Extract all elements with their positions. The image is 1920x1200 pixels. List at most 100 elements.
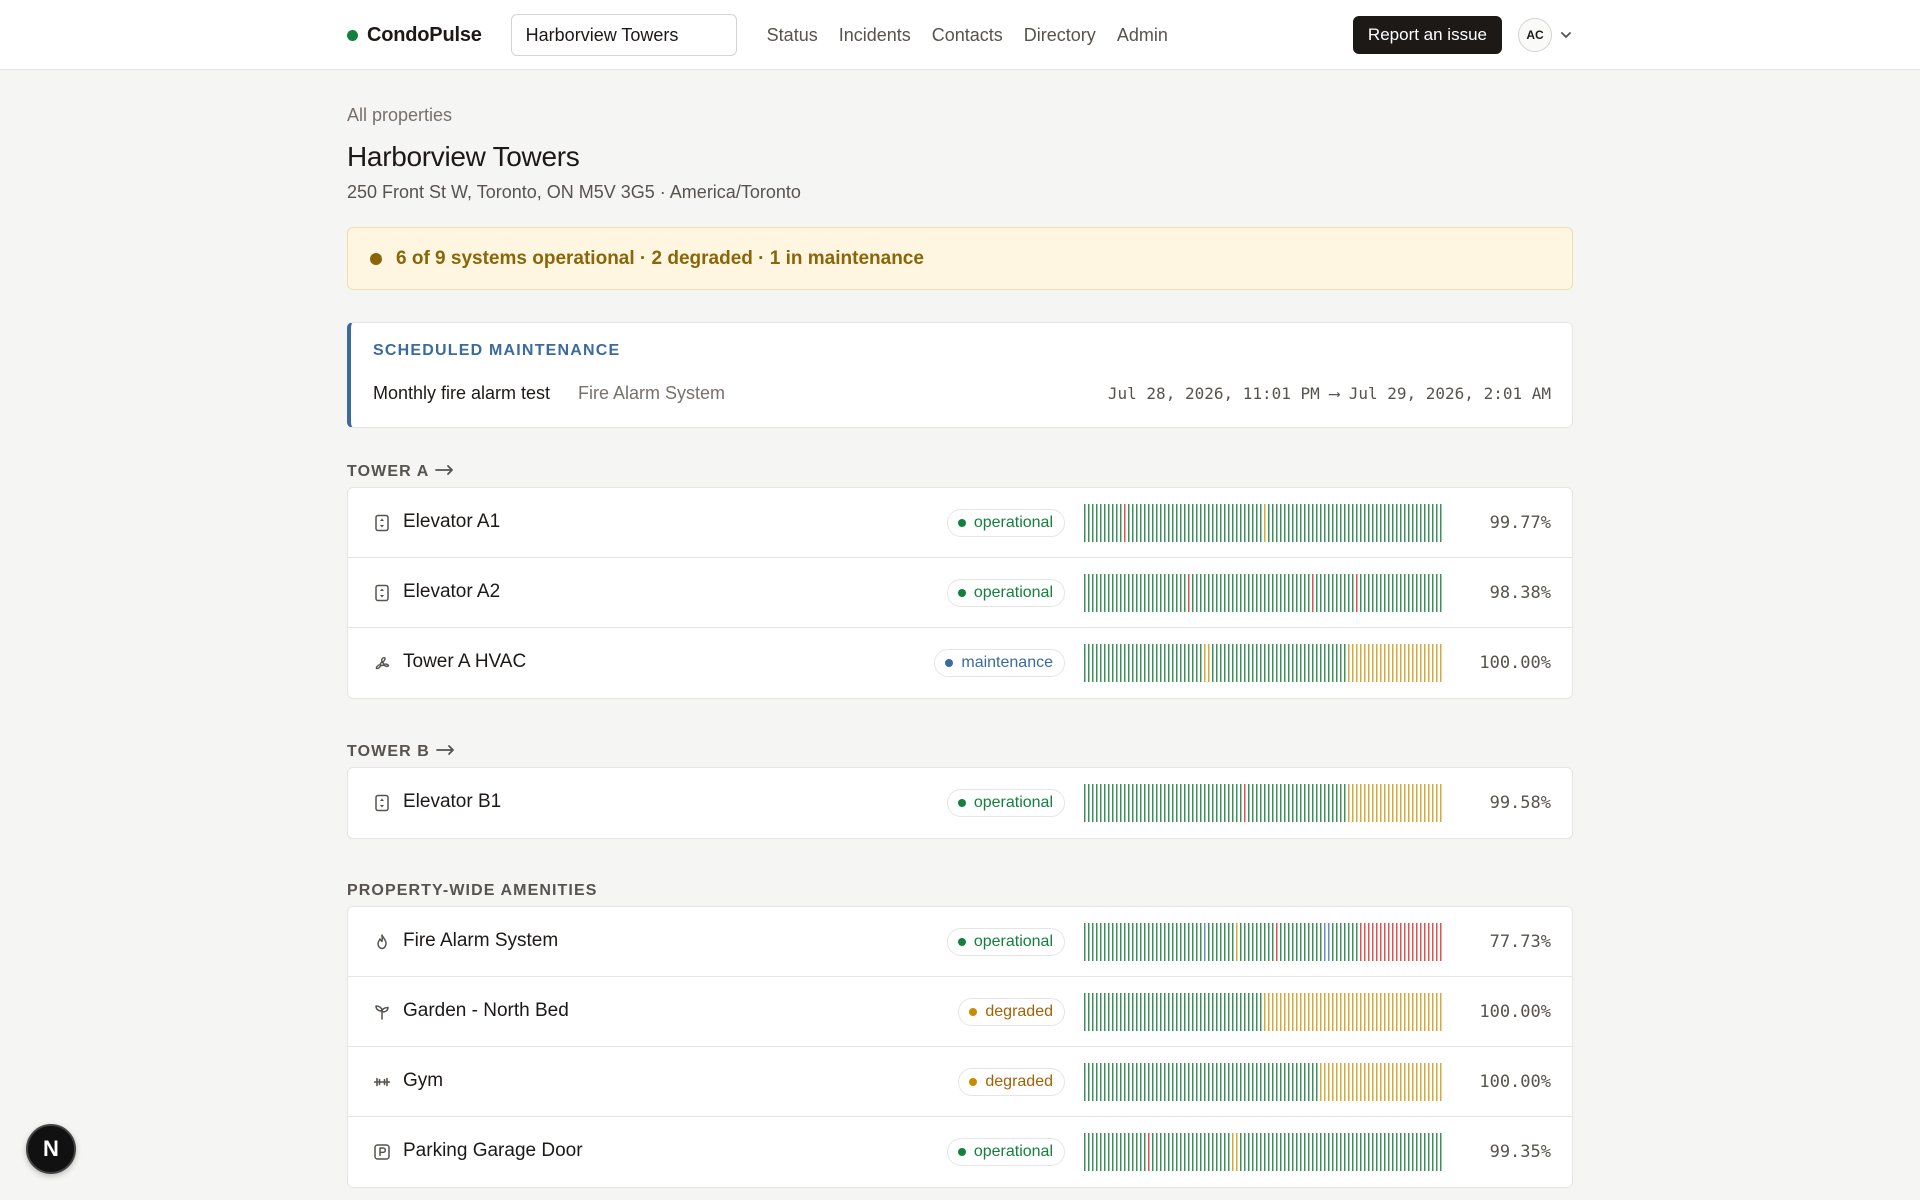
uptime-bar-up[interactable] [1196, 993, 1198, 1031]
uptime-bar-up[interactable] [1316, 504, 1318, 542]
uptime-bar-degraded[interactable] [1416, 784, 1418, 822]
uptime-bar-up[interactable] [1192, 1063, 1194, 1101]
uptime-bar-up[interactable] [1304, 644, 1306, 682]
uptime-bar-degraded[interactable] [1408, 1063, 1410, 1101]
uptime-bar-up[interactable] [1360, 504, 1362, 542]
uptime-bar-up[interactable] [1300, 784, 1302, 822]
uptime-bar-degraded[interactable] [1280, 993, 1282, 1031]
uptime-bar-up[interactable] [1300, 644, 1302, 682]
uptime-bar-up[interactable] [1432, 504, 1434, 542]
uptime-bar-degraded[interactable] [1276, 993, 1278, 1031]
uptime-bar-degraded[interactable] [1360, 1063, 1362, 1101]
uptime-bar-degraded[interactable] [1360, 993, 1362, 1031]
uptime-bar-up[interactable] [1168, 784, 1170, 822]
uptime-bar-up[interactable] [1376, 504, 1378, 542]
uptime-bar-up[interactable] [1104, 784, 1106, 822]
uptime-bar-up[interactable] [1116, 1063, 1118, 1101]
uptime-bar-up[interactable] [1240, 504, 1242, 542]
uptime-bar-up[interactable] [1148, 784, 1150, 822]
uptime-bar-up[interactable] [1388, 574, 1390, 612]
uptime-bar-up[interactable] [1400, 574, 1402, 612]
uptime-bar-up[interactable] [1280, 504, 1282, 542]
uptime-bar-down[interactable] [1244, 784, 1246, 822]
uptime-bar-up[interactable] [1196, 1063, 1198, 1101]
uptime-bar-degraded[interactable] [1372, 644, 1374, 682]
uptime-bar-up[interactable] [1088, 574, 1090, 612]
uptime-bar-down[interactable] [1360, 923, 1362, 961]
uptime-bar-up[interactable] [1220, 644, 1222, 682]
uptime-bar-up[interactable] [1104, 644, 1106, 682]
uptime-bar-up[interactable] [1284, 1133, 1286, 1171]
uptime-bar-degraded[interactable] [1424, 993, 1426, 1031]
uptime-bar-up[interactable] [1184, 644, 1186, 682]
uptime-bar-up[interactable] [1324, 504, 1326, 542]
uptime-bar-up[interactable] [1292, 1133, 1294, 1171]
uptime-bar-up[interactable] [1192, 574, 1194, 612]
uptime-bar-up[interactable] [1148, 504, 1150, 542]
uptime-bar-up[interactable] [1392, 504, 1394, 542]
uptime-bar-up[interactable] [1316, 1133, 1318, 1171]
uptime-bar-up[interactable] [1092, 1133, 1094, 1171]
uptime-bar-up[interactable] [1200, 574, 1202, 612]
uptime-bar-up[interactable] [1296, 644, 1298, 682]
uptime-bar-up[interactable] [1308, 644, 1310, 682]
uptime-bar-up[interactable] [1164, 1133, 1166, 1171]
uptime-bar-up[interactable] [1136, 993, 1138, 1031]
uptime-bar-up[interactable] [1368, 1133, 1370, 1171]
nav-link-directory[interactable]: Directory [1024, 25, 1096, 46]
uptime-bar-up[interactable] [1136, 1133, 1138, 1171]
uptime-bar-up[interactable] [1364, 504, 1366, 542]
uptime-bar-up[interactable] [1336, 784, 1338, 822]
uptime-bar-degraded[interactable] [1292, 993, 1294, 1031]
uptime-bar-up[interactable] [1088, 1063, 1090, 1101]
uptime-bar-up[interactable] [1304, 574, 1306, 612]
uptime-bar-degraded[interactable] [1400, 784, 1402, 822]
uptime-bar-up[interactable] [1168, 574, 1170, 612]
uptime-bar-up[interactable] [1144, 504, 1146, 542]
uptime-bar-degraded[interactable] [1332, 1063, 1334, 1101]
uptime-bar-up[interactable] [1336, 923, 1338, 961]
uptime-bar-up[interactable] [1288, 923, 1290, 961]
uptime-bar-down[interactable] [1408, 923, 1410, 961]
uptime-bar-degraded[interactable] [1376, 1063, 1378, 1101]
uptime-bar-up[interactable] [1408, 504, 1410, 542]
uptime-bar-up[interactable] [1316, 784, 1318, 822]
uptime-bar-degraded[interactable] [1424, 784, 1426, 822]
uptime-bar-up[interactable] [1184, 1063, 1186, 1101]
uptime-bar-down[interactable] [1424, 923, 1426, 961]
property-selector[interactable]: Harborview Towers [510, 14, 737, 56]
uptime-bar-up[interactable] [1416, 504, 1418, 542]
nav-link-contacts[interactable]: Contacts [932, 25, 1003, 46]
uptime-bar-up[interactable] [1104, 923, 1106, 961]
uptime-bar-up[interactable] [1084, 993, 1086, 1031]
uptime-bar-up[interactable] [1104, 574, 1106, 612]
uptime-bar-up[interactable] [1328, 574, 1330, 612]
uptime-bar-up[interactable] [1324, 574, 1326, 612]
uptime-bar-up[interactable] [1140, 784, 1142, 822]
uptime-bar-degraded[interactable] [1420, 644, 1422, 682]
uptime-bar-up[interactable] [1252, 784, 1254, 822]
uptime-bar-degraded[interactable] [1412, 644, 1414, 682]
uptime-bar-up[interactable] [1328, 1133, 1330, 1171]
uptime-bar-up[interactable] [1308, 784, 1310, 822]
uptime-bar-up[interactable] [1088, 504, 1090, 542]
uptime-bar-up[interactable] [1432, 1133, 1434, 1171]
uptime-bar-up[interactable] [1168, 1133, 1170, 1171]
uptime-bar-up[interactable] [1344, 784, 1346, 822]
uptime-bar-up[interactable] [1204, 574, 1206, 612]
uptime-bar-up[interactable] [1100, 923, 1102, 961]
uptime-bar-up[interactable] [1124, 644, 1126, 682]
uptime-bar-up[interactable] [1172, 784, 1174, 822]
uptime-bar-up[interactable] [1436, 574, 1438, 612]
uptime-bar-up[interactable] [1288, 1133, 1290, 1171]
uptime-bar-degraded[interactable] [1364, 1063, 1366, 1101]
uptime-bar-up[interactable] [1288, 784, 1290, 822]
uptime-bar-up[interactable] [1144, 993, 1146, 1031]
uptime-bar-up[interactable] [1272, 784, 1274, 822]
uptime-bar-degraded[interactable] [1424, 644, 1426, 682]
uptime-bar-up[interactable] [1208, 923, 1210, 961]
uptime-bar-up[interactable] [1312, 923, 1314, 961]
uptime-bar-down[interactable] [1356, 574, 1358, 612]
user-menu[interactable]: AC [1518, 18, 1573, 52]
uptime-bar-up[interactable] [1180, 504, 1182, 542]
